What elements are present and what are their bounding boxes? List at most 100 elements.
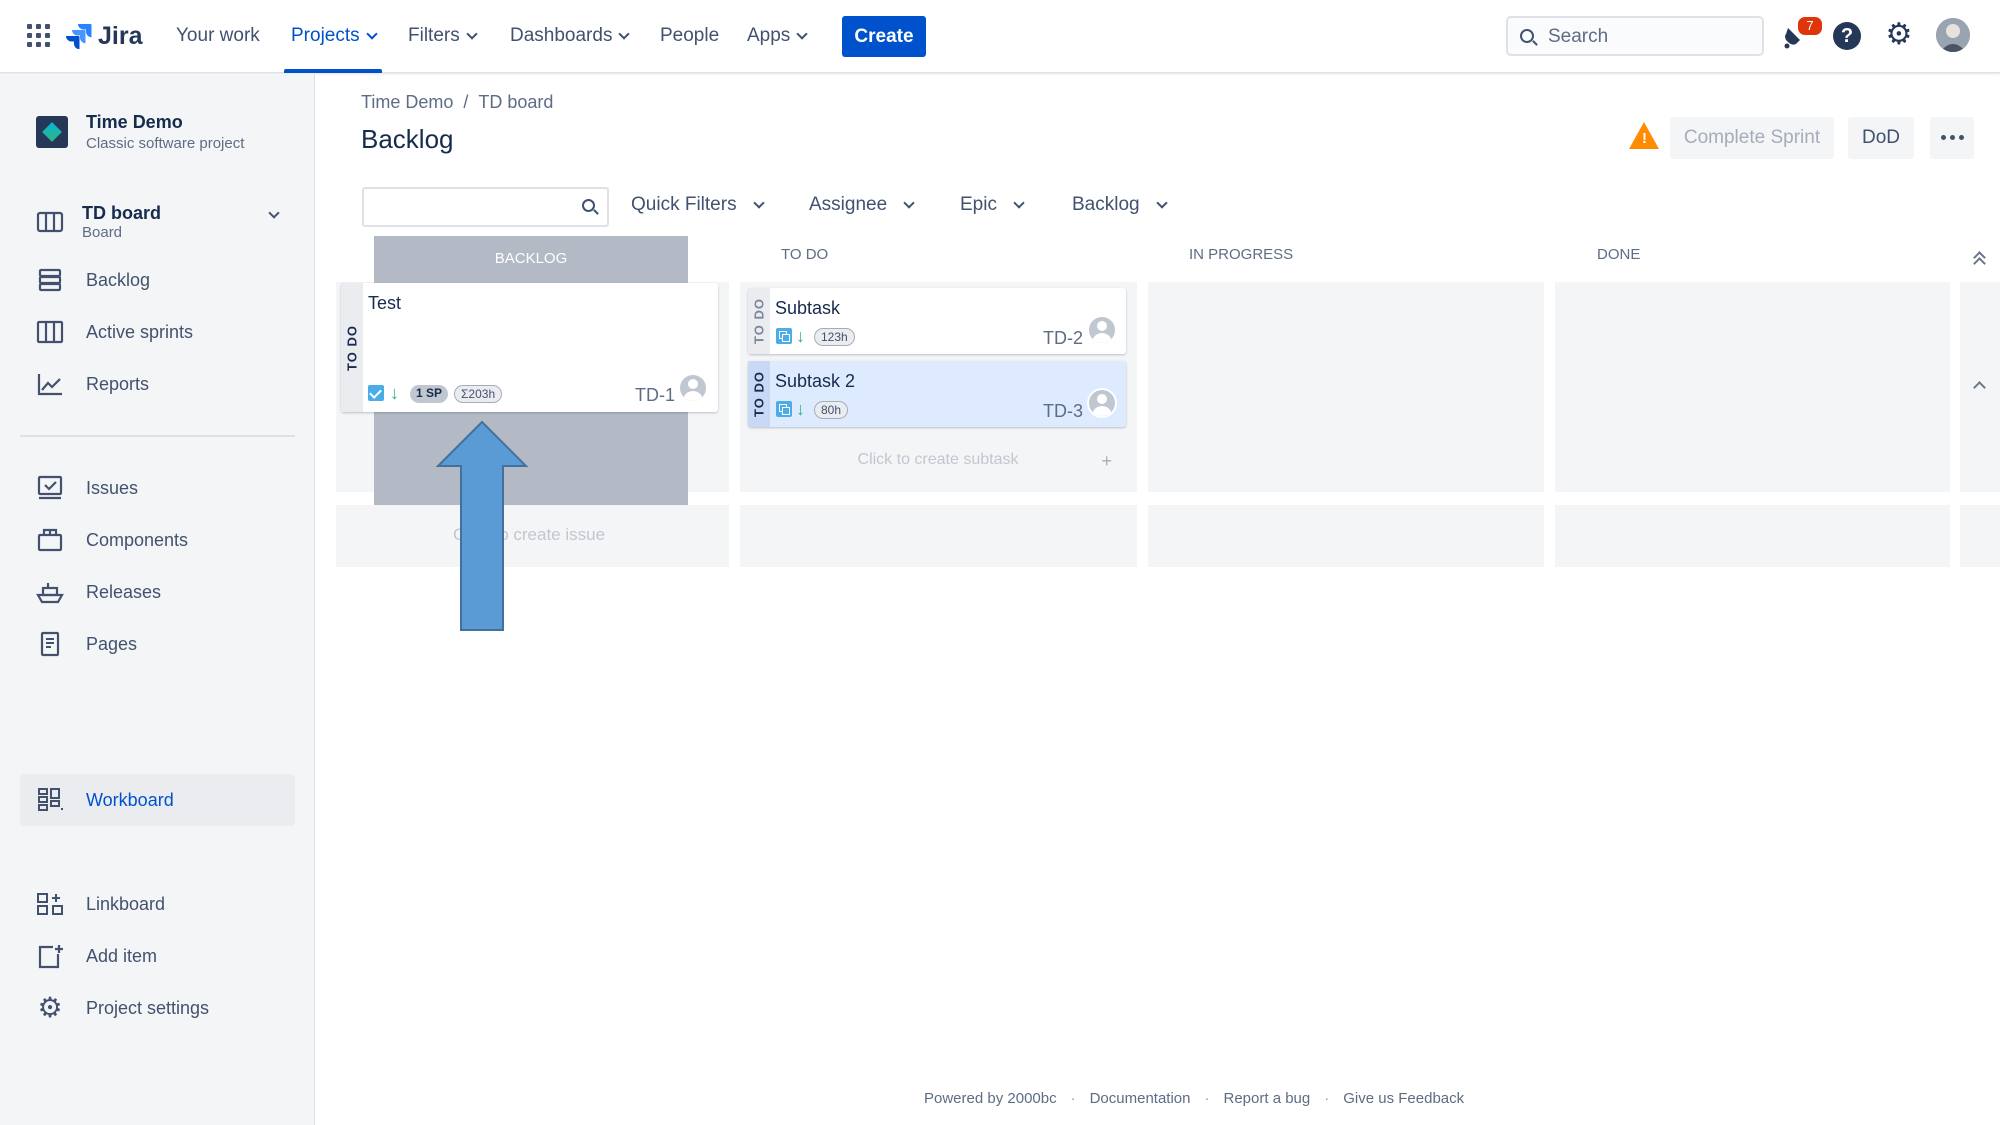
quick-filters-dropdown[interactable]: Quick Filters <box>631 194 765 216</box>
notification-count-badge: 7 <box>1796 15 1824 37</box>
sidebar-item-releases[interactable]: Releases <box>36 576 161 608</box>
breadcrumb-board[interactable]: TD board <box>478 92 553 112</box>
powered-by: Powered by 2000bc <box>924 1090 1057 1107</box>
warning-glyph: ! <box>1642 130 1647 147</box>
board-switcher[interactable]: TD board Board <box>36 200 286 244</box>
chevron-down-icon <box>1155 196 1168 209</box>
sidebar-item-issues[interactable]: Issues <box>36 472 138 504</box>
chevron-down-icon <box>752 196 765 209</box>
create-button[interactable]: Create <box>842 16 926 57</box>
top-navigation: Jira Your work Projects Filters Dashboar… <box>0 0 2000 73</box>
filter-label: Epic <box>960 194 997 215</box>
board-search-input[interactable] <box>362 187 609 227</box>
sidebar-item-label: Components <box>86 529 189 550</box>
collapse-all-icon[interactable] <box>1973 251 1986 270</box>
column-header-in-progress[interactable]: IN PROGRESS <box>1189 246 1293 263</box>
more-actions-button[interactable] <box>1930 117 1974 159</box>
priority-low-icon: ↓ <box>796 326 805 346</box>
backlog-filter-dropdown[interactable]: Backlog <box>1072 194 1168 216</box>
board-icon <box>36 320 64 344</box>
reports-icon <box>37 374 62 396</box>
app-switcher-icon[interactable] <box>27 24 51 48</box>
issue-key[interactable]: TD-2 <box>1043 328 1083 349</box>
chevron-down-icon <box>903 196 915 209</box>
create-subtask-button[interactable]: Click to create subtask + <box>750 435 1126 487</box>
assignee-filter-dropdown[interactable]: Assignee <box>809 194 915 216</box>
settings-icon[interactable]: ⚙ <box>1884 20 1914 50</box>
sidebar-item-label: Add item <box>86 945 158 966</box>
project-sidebar: Time Demo Classic software project TD bo… <box>0 74 315 1125</box>
sidebar-item-reports[interactable]: Reports <box>36 368 149 400</box>
nav-people[interactable]: People <box>660 18 719 54</box>
subtask-card-selected[interactable]: TO DO Subtask 2 ↓ 80h TD-3 <box>748 361 1126 427</box>
page-title: Backlog <box>361 124 454 154</box>
sidebar-item-backlog[interactable]: Backlog <box>36 264 150 296</box>
nav-label: Apps <box>747 25 791 46</box>
priority-low-icon: ↓ <box>390 383 399 403</box>
user-avatar[interactable] <box>1936 18 1970 52</box>
sidebar-item-label: Issues <box>86 477 139 498</box>
story-type-icon <box>368 385 384 401</box>
sidebar-item-project-settings[interactable]: ⚙ Project settings <box>36 992 209 1024</box>
jira-logo[interactable]: Jira <box>66 20 142 52</box>
sidebar-item-label: Linkboard <box>86 893 166 914</box>
footer-link-documentation[interactable]: Documentation <box>1090 1090 1191 1107</box>
warning-icon[interactable]: ! <box>1629 122 1659 149</box>
filter-label: Assignee <box>809 194 888 215</box>
sidebar-item-pages[interactable]: Pages <box>36 628 137 660</box>
assignee-avatar[interactable] <box>1087 388 1117 418</box>
nav-label: People <box>660 25 720 46</box>
sidebar-item-label: Project settings <box>86 997 210 1018</box>
components-icon <box>37 528 63 552</box>
lane-done-row2 <box>1555 505 1950 567</box>
sidebar-item-workboard[interactable]: Workboard <box>36 784 174 816</box>
complete-sprint-button[interactable]: Complete Sprint <box>1670 117 1834 159</box>
issue-card-parent[interactable]: TO DO Test ↓ 1 SP Σ203h TD-1 <box>341 283 718 412</box>
card-summary: Subtask <box>775 298 841 318</box>
subtask-type-icon <box>776 401 792 417</box>
sidebar-item-components[interactable]: Components <box>36 524 188 556</box>
nav-label: Dashboards <box>510 25 613 46</box>
lane-done <box>1555 282 1950 492</box>
sidebar-item-label: Releases <box>86 581 162 602</box>
page-footer: Powered by 2000bc · Documentation · Repo… <box>924 1090 1464 1107</box>
issue-key[interactable]: TD-1 <box>635 385 675 406</box>
project-header[interactable]: Time Demo Classic software project <box>36 112 244 152</box>
footer-separator: · <box>1070 1090 1076 1107</box>
annotation-arrow <box>435 420 529 631</box>
breadcrumb: Time Demo / TD board <box>361 92 553 113</box>
issue-key[interactable]: TD-3 <box>1043 401 1083 422</box>
project-avatar <box>36 116 68 148</box>
nav-projects[interactable]: Projects <box>291 18 378 54</box>
pages-icon <box>40 631 60 657</box>
breadcrumb-project[interactable]: Time Demo <box>361 92 453 112</box>
column-header-todo[interactable]: TO DO <box>781 246 828 263</box>
footer-link-report-bug[interactable]: Report a bug <box>1224 1090 1311 1107</box>
nav-dashboards[interactable]: Dashboards <box>510 18 631 54</box>
workboard-icon <box>38 788 63 811</box>
dod-button[interactable]: DoD <box>1848 117 1914 159</box>
lane-in-progress-row2 <box>1148 505 1544 567</box>
column-header-backlog[interactable]: BACKLOG <box>374 236 688 282</box>
search-input[interactable]: Search <box>1506 16 1764 56</box>
footer-link-feedback[interactable]: Give us Feedback <box>1343 1090 1464 1107</box>
column-header-done[interactable]: DONE <box>1597 246 1640 263</box>
nav-label: Filters <box>408 25 460 46</box>
card-status: TO DO <box>751 371 767 417</box>
card-status-strip: TO DO <box>341 283 363 412</box>
epic-filter-dropdown[interactable]: Epic <box>960 194 1025 216</box>
sidebar-item-linkboard[interactable]: Linkboard <box>36 888 165 920</box>
active-nav-indicator <box>284 69 382 73</box>
filter-label: Quick Filters <box>631 194 737 215</box>
collapse-row-icon[interactable] <box>1973 380 1986 394</box>
subtask-card[interactable]: TO DO Subtask ↓ 123h TD-2 <box>748 288 1126 354</box>
nav-apps[interactable]: Apps <box>747 18 808 54</box>
releases-icon <box>36 583 64 604</box>
assignee-avatar[interactable] <box>678 373 708 403</box>
nav-filters[interactable]: Filters <box>408 18 478 54</box>
help-icon[interactable]: ? <box>1833 22 1861 50</box>
sidebar-item-add-item[interactable]: Add item <box>36 940 157 972</box>
nav-your-work[interactable]: Your work <box>176 18 260 54</box>
assignee-avatar[interactable] <box>1087 315 1117 345</box>
sidebar-item-active-sprints[interactable]: Active sprints <box>36 316 193 348</box>
